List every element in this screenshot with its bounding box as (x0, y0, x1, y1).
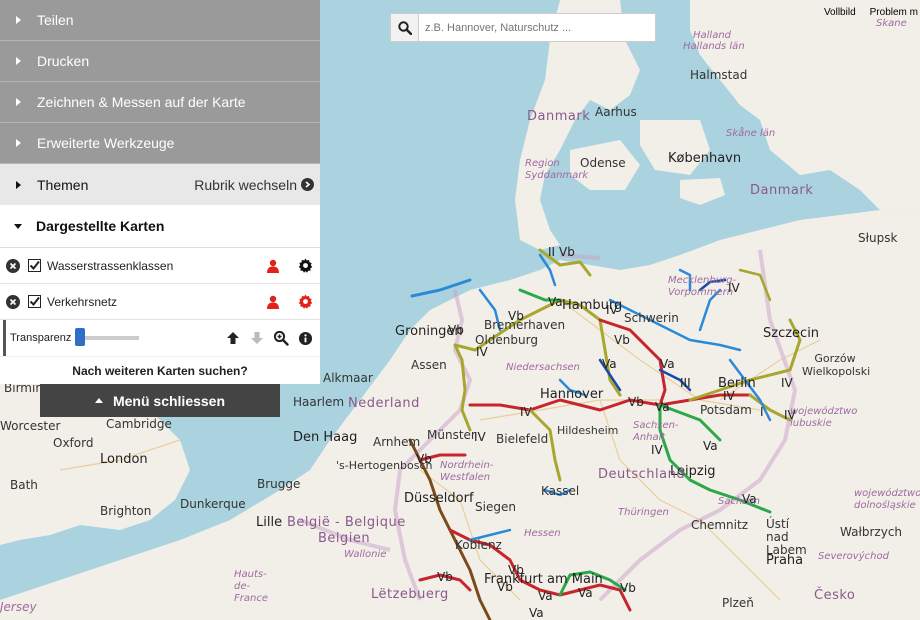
zoom-to-layer-icon[interactable] (272, 329, 290, 347)
close-menu-button[interactable]: Menü schliessen (40, 384, 280, 417)
menu-item-label: Teilen (37, 12, 74, 28)
rubrik-wechseln-link[interactable]: Rubrik wechseln (194, 177, 314, 193)
slider-handle[interactable] (75, 328, 86, 346)
rubrik-label: Rubrik wechseln (194, 176, 297, 193)
menu-item-label: Zeichnen & Messen auf der Karte (37, 94, 246, 110)
remove-layer-icon[interactable] (6, 294, 20, 309)
displayed-maps-title: Dargestellte Karten (36, 218, 165, 234)
user-icon[interactable] (264, 293, 282, 311)
chevron-up-icon (94, 398, 103, 403)
search-box (390, 13, 656, 42)
search-icon (397, 20, 412, 35)
menu-item-drucken[interactable]: Drucken (0, 41, 320, 82)
transparency-slider[interactable] (75, 328, 140, 346)
arrow-right-circle-icon (301, 178, 314, 191)
info-icon[interactable] (296, 329, 314, 347)
chevron-down-icon (14, 223, 22, 229)
menu-item-label: Erweiterte Werkzeuge (37, 135, 175, 151)
move-layer-up-icon[interactable] (224, 329, 242, 347)
gear-icon[interactable] (296, 293, 314, 311)
move-layer-down-icon[interactable] (248, 329, 266, 347)
menu-item-erweiterte-werkzeuge[interactable]: Erweiterte Werkzeuge (0, 123, 320, 164)
menu-item-zeichnen-messen[interactable]: Zeichnen & Messen auf der Karte (0, 82, 320, 123)
remove-layer-icon[interactable] (6, 258, 20, 273)
layer-visibility-checkbox[interactable] (28, 259, 41, 272)
transparency-label: Transparenz (10, 332, 72, 344)
search-button[interactable] (391, 14, 419, 41)
top-links: Vollbild Problem m (822, 6, 920, 19)
problem-link[interactable]: Problem m (868, 6, 920, 19)
chevron-right-icon (16, 57, 21, 65)
layer-row: Verkehrsnetz (0, 284, 320, 320)
chevron-right-icon (16, 180, 21, 189)
search-input[interactable] (419, 14, 655, 41)
layer-name: Verkehrsnetz (47, 294, 118, 309)
displayed-maps-header[interactable]: Dargestellte Karten (0, 205, 320, 248)
menu-item-label: Drucken (37, 53, 90, 69)
displayed-maps-panel: Dargestellte Karten Wasserstrassenklasse… (0, 205, 320, 384)
chevron-right-icon (16, 139, 21, 147)
themen-label: Themen (37, 176, 89, 193)
transparency-row: Transparenz (3, 320, 320, 356)
menu-item-themen[interactable]: Themen Rubrik wechseln (0, 164, 320, 205)
layer-visibility-checkbox[interactable] (28, 295, 41, 308)
close-menu-label: Menü schliessen (112, 392, 226, 409)
user-icon[interactable] (264, 257, 282, 275)
layer-name: Wasserstrassenklassen (47, 258, 174, 273)
search-more-maps-link[interactable]: Nach weiteren Karten suchen? (0, 356, 320, 384)
chevron-right-icon (16, 98, 21, 106)
fullscreen-link[interactable]: Vollbild (822, 6, 858, 19)
menu-item-teilen[interactable]: Teilen (0, 0, 320, 41)
side-menu: Teilen Drucken Zeichnen & Messen auf der… (0, 0, 320, 384)
gear-icon[interactable] (296, 257, 314, 275)
chevron-right-icon (16, 16, 21, 24)
layer-row: Wasserstrassenklassen (0, 248, 320, 284)
